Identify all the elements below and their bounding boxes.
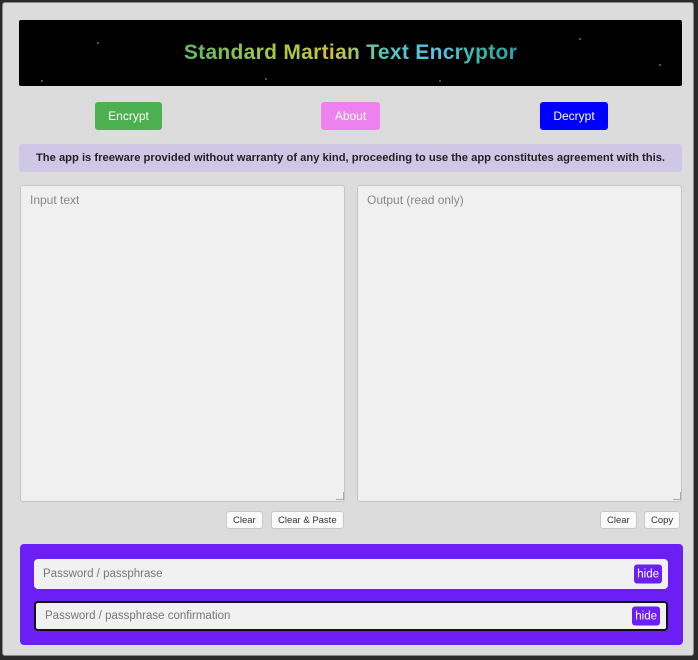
encrypt-button[interactable]: Encrypt [95, 102, 162, 130]
password-confirm-field: hide [34, 601, 668, 631]
title-banner: Standard Martian Text Encryptor [19, 20, 682, 86]
password-confirm-hide-button[interactable]: hide [632, 606, 660, 626]
star-dot [97, 42, 99, 44]
page-title: Standard Martian Text Encryptor [183, 41, 518, 64]
input-clear-button[interactable]: Clear [226, 511, 263, 529]
star-dot [439, 80, 441, 82]
resize-grip-icon[interactable] [673, 492, 681, 500]
output-textarea[interactable] [357, 185, 682, 502]
input-textarea[interactable] [20, 185, 345, 502]
disclaimer-notice: The app is freeware provided without war… [19, 144, 682, 172]
decrypt-button[interactable]: Decrypt [540, 102, 608, 130]
password-hide-button[interactable]: hide [634, 564, 662, 584]
star-dot [41, 80, 43, 82]
clear-paste-button[interactable]: Clear & Paste [271, 511, 344, 529]
password-input[interactable] [34, 559, 624, 589]
password-field: hide [34, 559, 668, 589]
about-button[interactable]: About [321, 102, 380, 130]
password-confirm-input[interactable] [36, 603, 626, 629]
star-dot [659, 64, 661, 66]
star-dot [579, 38, 581, 40]
output-clear-button[interactable]: Clear [600, 511, 637, 529]
star-dot [265, 78, 267, 80]
password-panel: hide hide [20, 544, 683, 645]
resize-grip-icon[interactable] [336, 492, 344, 500]
app-window: Standard Martian Text Encryptor Encrypt … [2, 2, 694, 656]
copy-button[interactable]: Copy [644, 511, 681, 529]
